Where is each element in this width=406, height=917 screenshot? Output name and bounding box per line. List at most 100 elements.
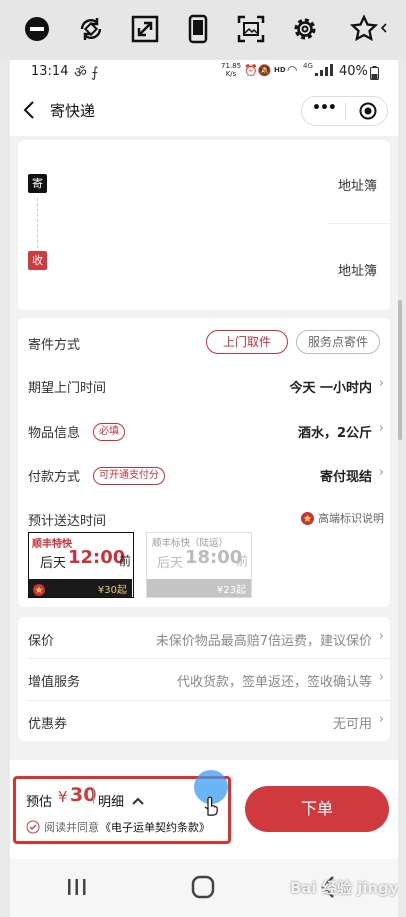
- emulator-toolbar: [0, 0, 406, 60]
- item-info-label: 物品信息: [28, 426, 81, 441]
- hd-icon: HD: [274, 66, 286, 74]
- alarm-mute-icon: ⏰🔕: [244, 64, 272, 77]
- net-speed-value: 71.85: [221, 62, 242, 70]
- home-icon[interactable]: [191, 875, 215, 903]
- send-address-book-link[interactable]: 地址簿: [338, 175, 377, 194]
- shipping-method-label: 寄件方式: [28, 338, 81, 353]
- value-added-label: 增值服务: [28, 675, 81, 690]
- payment-label: 付款方式: [28, 470, 81, 485]
- option-price: ¥30起: [97, 585, 127, 596]
- insurance-value: 未保价物品最高赔7倍运费，建议保价: [155, 634, 372, 649]
- pickup-time-label: 期望上门时间: [28, 381, 107, 396]
- receive-tag: 收: [28, 251, 47, 270]
- premium-badge-icon: [33, 581, 45, 600]
- address-connector: [37, 198, 38, 248]
- agree-checkbox[interactable]: [26, 819, 40, 838]
- address-divider: [328, 223, 390, 224]
- phone-screen: 13:14 ॐ ⨍ 71.85 K/s ⏰🔕 HD ◠ 4G 40% 寄快递 ••…: [10, 60, 398, 917]
- payment-value: 寄付现结: [319, 470, 372, 485]
- insurance-row[interactable]: 保价 未保价物品最高赔7倍运费，建议保价 ›: [18, 617, 390, 658]
- extras-card: 保价 未保价物品最高赔7倍运费，建议保价 › 增值服务 代收货款，签单返还，签收…: [18, 617, 390, 741]
- net-speed: 71.85 K/s: [221, 62, 241, 78]
- express-option-sf-express[interactable]: 顺丰特快 后天 12:00 前 ¥30起: [28, 532, 134, 598]
- hand-cursor-icon: [202, 793, 220, 821]
- premium-badge-icon: [301, 510, 314, 529]
- door-pickup-button[interactable]: 上门取件: [206, 330, 288, 354]
- signal-icon: [314, 63, 336, 81]
- gear-icon[interactable]: [290, 14, 320, 44]
- price-detail-button[interactable]: 明细: [98, 791, 124, 810]
- agreement-link[interactable]: 《电子运单契约条款》: [100, 819, 210, 835]
- android-nav-bar: Bai 经验 jingyan.baidu.com: [10, 859, 398, 917]
- order-bar: 预估 ¥ 30 明细 阅读并同意 《电子运单契约条款》 下单: [10, 760, 398, 859]
- value-added-row[interactable]: 增值服务 代收货款，签单返还，签收确认等 ›: [18, 659, 390, 700]
- eta-label: 预计送达时间: [28, 514, 107, 529]
- estimate-label: 预估: [26, 795, 53, 810]
- resize-icon[interactable]: [130, 14, 160, 44]
- option-time: 12:00: [68, 547, 126, 568]
- receive-address-book-link[interactable]: 地址簿: [338, 260, 377, 279]
- network-type: 4G: [303, 62, 313, 70]
- item-info-value: 酒水，2公斤: [297, 426, 372, 441]
- star-icon[interactable]: [349, 14, 390, 44]
- chevron-right-icon: ›: [378, 421, 384, 436]
- option-suffix: 前: [236, 554, 249, 568]
- address-card: 寄 收 地址簿 地址簿: [18, 140, 390, 310]
- agree-text: 阅读并同意: [44, 821, 99, 834]
- chevron-right-icon: ›: [378, 376, 384, 391]
- capsule-divider: [345, 103, 346, 120]
- activity-icon: ॐ ⨍: [74, 65, 99, 81]
- back-arrow-icon[interactable]: [22, 100, 36, 124]
- coupon-label: 优惠券: [28, 717, 68, 732]
- express-option-sf-standard[interactable]: 顺丰标快（陆运） 后天 18:00 前 ¥23起: [146, 532, 252, 598]
- payment-row[interactable]: 付款方式 可开通支付分 寄付现结 ›: [18, 454, 390, 494]
- credit-pay-tag[interactable]: 可开通支付分: [93, 467, 165, 485]
- wifi-icon: ◠: [287, 63, 298, 77]
- recent-apps-icon[interactable]: [66, 877, 88, 901]
- emulator-side-handle: [398, 300, 402, 440]
- pickup-time-row[interactable]: 期望上门时间 今天 一小时内 ›: [18, 364, 390, 404]
- submit-order-button[interactable]: 下单: [245, 786, 389, 832]
- chevron-up-icon[interactable]: [131, 791, 145, 810]
- status-bar: 13:14 ॐ ⨍ 71.85 K/s ⏰🔕 HD ◠ 4G 40%: [10, 60, 398, 86]
- chevron-right-icon: ›: [378, 465, 384, 480]
- page-title: 寄快递: [50, 102, 96, 120]
- item-info-row[interactable]: 物品信息 必填 酒水，2公斤 ›: [18, 410, 390, 450]
- option-price-bar: ¥30起: [29, 579, 132, 597]
- close-miniapp-icon[interactable]: [359, 102, 377, 124]
- premium-legend-link[interactable]: 高端标识说明: [318, 510, 384, 526]
- option-price-bar: ¥23起: [147, 579, 251, 597]
- option-suffix: 前: [119, 554, 132, 568]
- insurance-label: 保价: [28, 634, 55, 649]
- chevron-right-icon: ›: [378, 670, 384, 685]
- send-tag: 寄: [28, 174, 47, 193]
- screenshot-icon[interactable]: [236, 14, 266, 44]
- option-day: 后天: [40, 556, 67, 571]
- pickup-time-value: 今天 一小时内: [289, 381, 372, 396]
- nav-bar: 寄快递 •••: [10, 86, 398, 136]
- required-tag: 必填: [93, 423, 125, 441]
- option-name: 顺丰特快: [32, 539, 72, 550]
- battery-icon: [370, 66, 379, 84]
- option-time: 18:00: [185, 547, 243, 568]
- miniapp-capsule: •••: [301, 96, 388, 126]
- value-added-value: 代收货款，签单返还，签收确认等: [176, 675, 372, 690]
- rotate-icon[interactable]: [76, 14, 106, 44]
- coupon-value: 无可用: [332, 717, 372, 732]
- chevron-right-icon: ›: [378, 629, 384, 644]
- minus-circle-icon[interactable]: [22, 14, 52, 44]
- option-day: 后天: [157, 556, 184, 571]
- service-point-button[interactable]: 服务点寄件: [296, 330, 380, 354]
- net-speed-unit: K/s: [225, 70, 237, 78]
- coupon-row[interactable]: 优惠券 无可用 ›: [18, 701, 390, 741]
- option-price: ¥23起: [216, 585, 246, 596]
- currency-symbol: ¥: [58, 788, 68, 806]
- chevron-right-icon: ›: [378, 712, 384, 727]
- more-button[interactable]: •••: [312, 100, 337, 116]
- phone-icon[interactable]: [183, 14, 213, 44]
- status-time: 13:14: [31, 64, 69, 79]
- service-card: 寄件方式 上门取件 服务点寄件 期望上门时间 今天 一小时内 › 物品信息 必填…: [18, 318, 390, 607]
- baidu-watermark: Bai 经验 jingyan.baidu.com: [290, 879, 398, 897]
- amount-divider: [93, 788, 94, 804]
- battery-percent: 40%: [339, 64, 368, 79]
